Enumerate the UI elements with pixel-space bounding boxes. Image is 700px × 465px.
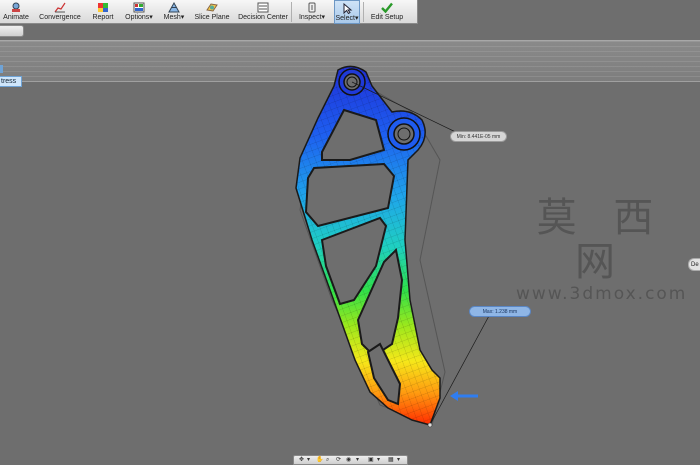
inspect-icon <box>308 2 316 13</box>
convergence-label: Convergence <box>39 14 81 21</box>
slice-plane-icon <box>206 3 218 12</box>
stress-result-tab[interactable]: tress <box>0 76 22 87</box>
zoom-icon[interactable]: ⌕ <box>326 457 329 464</box>
chevron-down-icon[interactable]: ▾ <box>377 457 380 464</box>
navigation-bar: ✥ ▾ ✋ ⌕ ⟳ ◉ ▾ ▣ ▾ ▦ ▾ <box>293 455 408 465</box>
chevron-down-icon: ▾ <box>149 14 153 21</box>
watermark-cn: 莫 西 网 <box>536 195 666 285</box>
chevron-down-icon: ▾ <box>180 14 185 21</box>
animate-label: Animate <box>3 14 29 21</box>
orbit-icon[interactable]: ⟳ <box>336 457 341 464</box>
hand-icon[interactable]: ✋ <box>316 457 323 464</box>
mesh-menu[interactable]: Mesh▾ <box>162 0 186 24</box>
min-probe-label[interactable]: Min: 8.441E-05 mm <box>450 131 507 142</box>
max-probe-label[interactable]: Max: 1.238 mm <box>469 306 531 317</box>
decision-center-button[interactable]: Decision Center <box>238 0 288 24</box>
convergence-icon <box>54 2 66 13</box>
browser-marker <box>0 65 3 73</box>
chevron-down-icon[interactable]: ▾ <box>397 457 400 464</box>
chevron-down-icon[interactable]: ▾ <box>307 457 310 464</box>
convergence-button[interactable]: Convergence <box>38 0 82 24</box>
animate-button[interactable]: Animate <box>3 0 29 24</box>
options-label: Options <box>125 14 150 21</box>
grid-settings-icon[interactable]: ▦ <box>388 457 394 464</box>
edit-setup-label: Edit Setup <box>370 14 404 21</box>
slice-plane-button[interactable]: Slice Plane <box>194 0 230 24</box>
report-label: Report <box>92 14 114 21</box>
mesh-label: Mesh <box>163 14 181 21</box>
inspect-menu[interactable]: Inspect▾ <box>297 0 327 24</box>
report-button[interactable]: Report <box>90 0 116 24</box>
inspect-label: Inspect <box>298 14 322 21</box>
browser-tab-stub[interactable] <box>0 25 24 37</box>
load-arrow-icon <box>450 391 478 401</box>
decision-center-label: Decision Center <box>238 14 288 21</box>
chevron-down-icon[interactable]: ▾ <box>356 457 359 464</box>
watermark: 莫 西 网 www.3dmox.com <box>516 196 686 304</box>
select-cursor-icon <box>343 3 353 14</box>
report-icon <box>98 3 108 12</box>
animate-icon <box>12 2 20 12</box>
options-menu[interactable]: Options▾ <box>124 0 154 24</box>
select-menu[interactable]: Select▾ <box>334 0 360 24</box>
slice-plane-label: Slice Plane <box>194 14 230 21</box>
check-icon <box>381 2 393 13</box>
watermark-url: www.3dmox.com <box>516 284 688 304</box>
ribbon-toolbar: Animate Convergence Report Options▾ Mesh… <box>0 0 418 24</box>
decision-center-icon <box>257 2 269 13</box>
display-icon[interactable]: ▣ <box>368 457 374 464</box>
edit-setup-button[interactable]: Edit Setup <box>368 0 406 24</box>
pan-icon[interactable]: ✥ <box>299 457 304 464</box>
mesh-icon <box>168 2 180 13</box>
chevron-down-icon: ▾ <box>354 15 359 22</box>
options-icon <box>133 2 145 13</box>
chevron-down-icon: ▾ <box>321 14 326 21</box>
select-label: Select <box>335 15 355 22</box>
right-panel-tab[interactable]: De <box>688 258 700 271</box>
look-icon[interactable]: ◉ <box>346 457 351 464</box>
